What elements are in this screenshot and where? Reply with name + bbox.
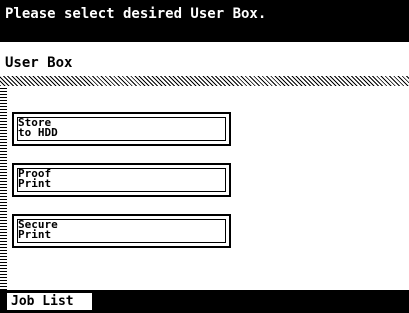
store-to-hdd-label: Store to HDD xyxy=(18,116,58,139)
secure-print-label: Secure Print xyxy=(18,218,58,241)
secure-print-button[interactable]: Secure Print xyxy=(12,214,231,248)
user-box-panel: Store to HDD Proof Print Secure Print xyxy=(0,86,409,290)
instruction-header: Please select desired User Box. xyxy=(0,0,409,42)
page-title: User Box xyxy=(0,42,409,76)
job-list-tab[interactable]: Job List xyxy=(6,292,93,311)
page-title-text: User Box xyxy=(5,55,73,71)
proof-print-button[interactable]: Proof Print xyxy=(12,163,231,197)
instruction-text: Please select desired User Box. xyxy=(5,6,267,22)
panel-left-border xyxy=(0,86,7,290)
proof-print-label: Proof Print xyxy=(18,167,52,190)
footer-bar: Job List xyxy=(0,290,409,313)
store-to-hdd-button[interactable]: Store to HDD xyxy=(12,112,231,146)
job-list-label: Job List xyxy=(11,294,74,309)
title-divider xyxy=(0,76,409,86)
